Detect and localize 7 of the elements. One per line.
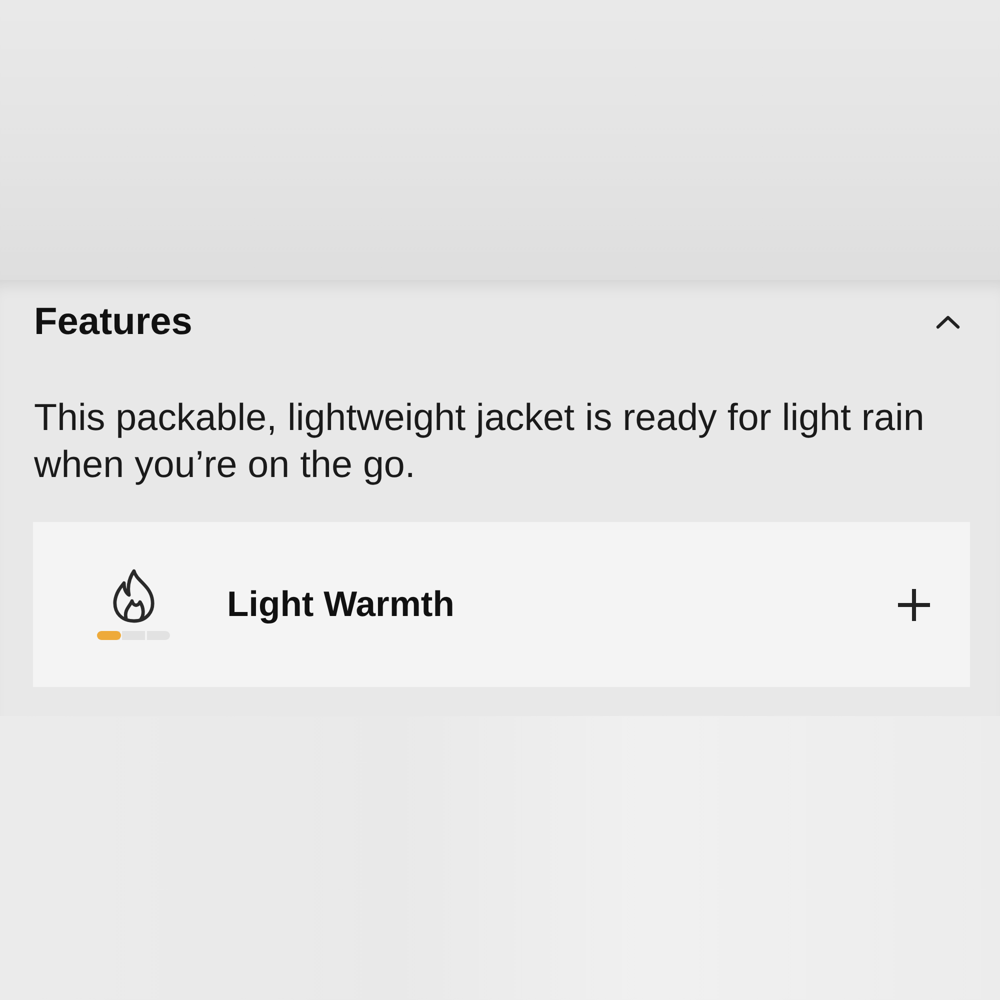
flame-icon <box>112 569 156 623</box>
description-text: This packable, lightweight jacket is ready for light rain when you’re on the go. <box>34 395 926 487</box>
plus-icon[interactable] <box>898 588 930 620</box>
chevron-up-icon[interactable] <box>936 315 960 329</box>
feature-card[interactable]: Light Warmth <box>33 522 970 687</box>
section-title: Features <box>34 300 192 344</box>
feature-label: Light Warmth <box>227 584 456 625</box>
